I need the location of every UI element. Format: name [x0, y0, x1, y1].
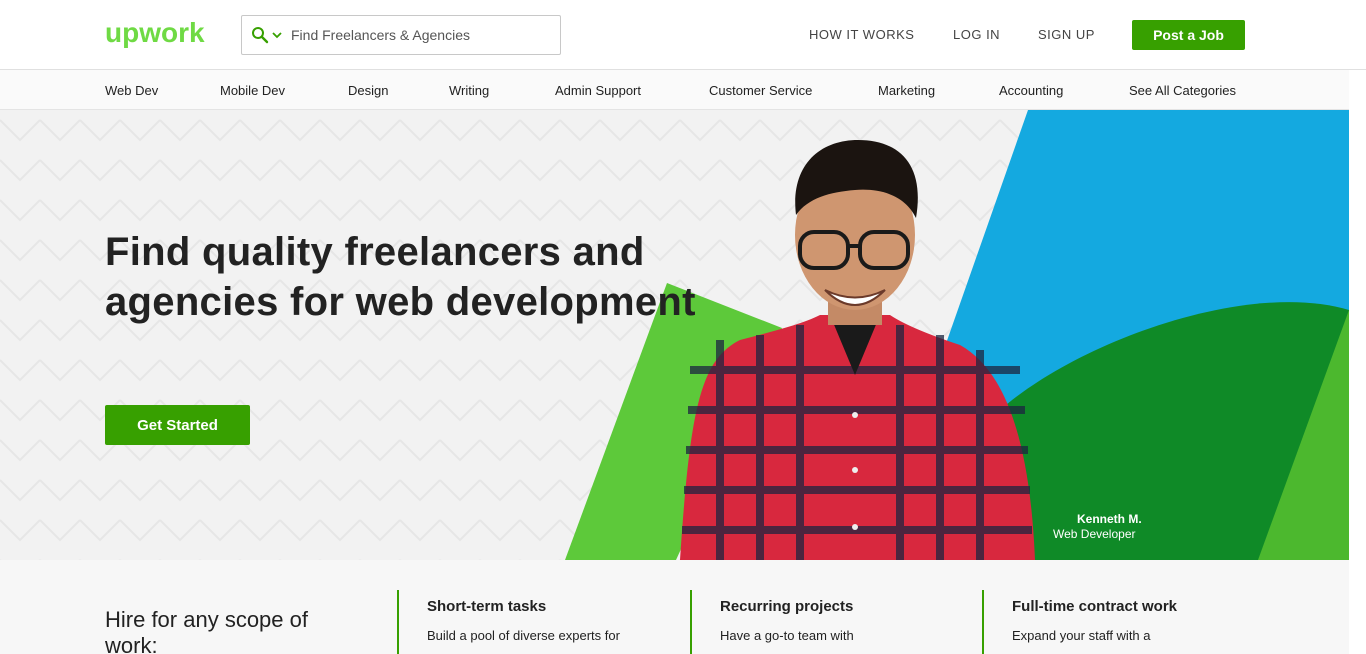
category-nav: Web Dev Mobile Dev Design Writing Admin …: [0, 70, 1366, 110]
freelancer-role: Web Developer: [1053, 527, 1136, 541]
scope-card-title: Short-term tasks: [427, 598, 547, 615]
scope-card-title: Full-time contract work: [1012, 598, 1178, 615]
sign-up-link[interactable]: SIGN UP: [1038, 27, 1095, 42]
freelancer-name: Kenneth M.: [1077, 512, 1142, 526]
category-marketing[interactable]: Marketing: [878, 83, 935, 98]
post-job-button[interactable]: Post a Job: [1132, 20, 1245, 50]
search-box[interactable]: [241, 15, 561, 55]
category-accounting[interactable]: Accounting: [999, 83, 1063, 98]
get-started-button[interactable]: Get Started: [105, 405, 250, 445]
category-see-all[interactable]: See All Categories: [1129, 83, 1236, 98]
scope-card-full-time: Full-time contract work Expand your staf…: [982, 590, 1262, 654]
hero-banner: Find quality freelancers and agencies fo…: [0, 110, 1349, 560]
scope-card-title: Recurring projects: [720, 598, 854, 615]
scope-card-recurring: Recurring projects Have a go-to team wit…: [690, 590, 970, 654]
category-web-dev[interactable]: Web Dev: [105, 83, 158, 98]
hero-background-illustration: [0, 110, 1349, 560]
upwork-logo[interactable]: upwork: [105, 16, 215, 52]
category-writing[interactable]: Writing: [449, 83, 489, 98]
scope-card-text: Expand your staff with a: [1012, 628, 1151, 643]
category-customer-service[interactable]: Customer Service: [709, 83, 812, 98]
category-admin-support[interactable]: Admin Support: [555, 83, 641, 98]
svg-text:upwork: upwork: [105, 17, 205, 48]
chevron-down-icon[interactable]: [271, 29, 283, 41]
scope-card-short-term: Short-term tasks Build a pool of diverse…: [397, 590, 677, 654]
how-it-works-link[interactable]: HOW IT WORKS: [809, 27, 914, 42]
scope-title: Hire for any scope of work:: [105, 607, 308, 654]
hero-headline: Find quality freelancers and agencies fo…: [105, 230, 696, 324]
log-in-link[interactable]: LOG IN: [953, 27, 1000, 42]
search-input[interactable]: [291, 27, 551, 43]
site-header: upwork HOW IT WORKS LOG IN SIGN UP Post …: [0, 0, 1366, 70]
category-mobile-dev[interactable]: Mobile Dev: [220, 83, 285, 98]
scope-section: Hire for any scope of work: Short-term t…: [0, 560, 1349, 654]
scope-card-text: Have a go-to team with: [720, 628, 854, 643]
category-design[interactable]: Design: [348, 83, 388, 98]
scope-card-text: Build a pool of diverse experts for: [427, 628, 620, 643]
scrollbar-gutter: [1349, 70, 1366, 654]
search-icon[interactable]: [251, 26, 269, 44]
